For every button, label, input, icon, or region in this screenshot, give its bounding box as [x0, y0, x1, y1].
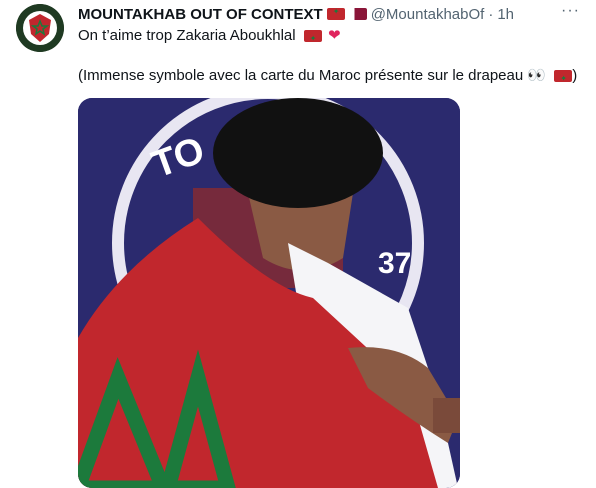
wristwatch: [433, 398, 460, 433]
heart-icon: ❤: [327, 27, 341, 44]
tweet-text-line1: On t’aime trop Zakaria Aboukhlal ❤: [78, 26, 580, 49]
qatar-flag-icon: [348, 8, 367, 20]
more-options-icon[interactable]: ···: [561, 2, 580, 20]
player-photo-illustration: TO 37: [78, 98, 460, 488]
tweet-text-line2: (Immense symbole avec la carte du Maroc …: [78, 66, 580, 89]
timestamp[interactable]: 1h: [497, 6, 514, 23]
tweet-media-image[interactable]: TO 37: [78, 98, 460, 488]
eyes-emoji-icon: 👀: [527, 67, 547, 84]
morocco-flag-icon: [303, 29, 322, 49]
avatar[interactable]: [16, 4, 64, 52]
tweet-header: MOUNTAKHAB OUT OF CONTEXT @MountakhabOf …: [78, 4, 580, 24]
morocco-flag-icon: [554, 69, 573, 89]
team-crest-icon: [16, 4, 64, 52]
player-hair: [213, 98, 383, 208]
club-logo-number: 37: [378, 247, 411, 280]
tweet-text: On t’aime trop Zakaria Aboukhlal ❤ (Imme…: [78, 26, 580, 89]
morocco-flag-icon: [326, 7, 345, 20]
account-name[interactable]: MOUNTAKHAB OUT OF CONTEXT: [78, 6, 323, 23]
account-handle[interactable]: @MountakhabOf: [371, 6, 485, 23]
separator-dot: ·: [488, 5, 494, 23]
